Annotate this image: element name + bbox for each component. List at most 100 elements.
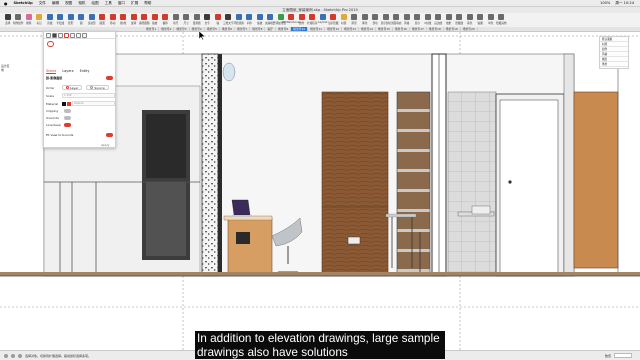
menu-help[interactable]: 帮助 [144,1,151,6]
toolbar-tool[interactable]: 移动 [108,13,118,26]
material-input[interactable]: Default [72,101,115,106]
scene-tab[interactable]: 场景号17 [410,27,427,31]
toolbar-tool[interactable]: 直线 [45,13,55,26]
scene-tab[interactable]: 场景号18 [427,27,444,31]
toolbar-tool[interactable]: 剖切 [371,13,381,26]
title-toggle[interactable] [106,76,113,80]
scene-tab[interactable]: 场景号20 [461,27,478,31]
material-swatch-dark[interactable] [62,101,66,106]
tab-layers[interactable]: Layers [62,69,73,74]
toolbar-tool[interactable]: 推/拉 [119,13,129,26]
toolbar-tool[interactable]: 旋转 [129,13,139,26]
scene-tab[interactable]: 场景号15 [376,27,393,31]
toolbar-tool[interactable]: 风格 [402,13,412,26]
toolbar-tool[interactable]: X射线 [423,13,433,26]
toolbar-tool[interactable]: 线框 [444,13,454,26]
toolbar-tool[interactable]: 雾化 [360,13,370,26]
settings-icon[interactable] [70,33,75,38]
toolbar-tool[interactable]: 多边形 [87,13,97,26]
toolbar-tool[interactable]: 文字 [203,13,213,26]
tab-entity[interactable]: Entity [80,69,90,74]
toolbar-tool[interactable]: 轴 [213,13,223,26]
toolbar-tool[interactable]: 标记 [35,13,45,26]
toolbar-tool[interactable]: 平移 [245,13,255,26]
scene-tab[interactable]: 场景号11 [308,27,326,31]
toolbar-tool[interactable]: 显示 [413,13,423,26]
menu-draw[interactable]: 绘图 [91,1,98,6]
toolbar-tool[interactable]: 尺寸 [182,13,192,26]
apple-menu-icon[interactable]: ● [4,1,8,6]
toolbar-tool[interactable]: 单色 [486,13,496,26]
toolbar-tool[interactable]: 材质 [339,13,349,26]
material-swatch-red[interactable] [67,101,71,106]
copy-icon[interactable] [58,33,63,38]
toolbar-tool[interactable]: 扩展程序 [307,13,317,26]
toolbar-tool[interactable]: 3D Warehouse [282,13,301,26]
scene-tab[interactable]: 场景号12 [325,27,343,31]
toolbar-tool[interactable]: LayOut [318,13,328,26]
toolbar-tool[interactable]: 三维文字 [223,13,233,26]
toolbar-tool[interactable]: 缩放 [255,13,265,26]
geolocation-icon[interactable] [4,353,8,358]
toolbar-tool[interactable]: 着色 [465,13,475,26]
scene-tab[interactable]: 场景号13 [342,27,359,31]
toolbar-tool[interactable]: 显示隐藏 [328,13,338,26]
toolbar-tool[interactable]: 后边线 [434,13,444,26]
toolbar-tool[interactable]: 量角器 [192,13,202,26]
scene-tab[interactable]: 场景号2 [159,27,175,31]
scene-tab[interactable]: 场景号10 [291,27,309,31]
menu-camera[interactable]: 相机 [78,1,85,6]
toolbar-tool[interactable]: 擦除 [24,13,34,26]
scene-tab[interactable]: 场景号5 [205,27,220,31]
pin-icon[interactable] [76,33,81,38]
menu-window[interactable]: 窗口 [118,1,125,6]
toolbar-tool[interactable]: 路径跟随 [139,13,149,26]
toolbar-tool[interactable]: 圆 [77,13,87,26]
toolbar-tool[interactable]: 充满视野 [265,13,275,26]
scene-tab[interactable]: 场景号6 [220,27,236,31]
toolbar-tool[interactable]: 矩形 [66,13,76,26]
toolbar-tool[interactable]: 隐藏线 [455,13,465,26]
scene-tab[interactable]: 场景号1 [144,27,160,31]
scale-input[interactable]: 1:100 [62,93,115,98]
camera-icon[interactable] [46,33,51,38]
toolbar-tool[interactable]: 手绘线 [56,13,66,26]
menu-app[interactable]: SketchUp [14,1,33,5]
toolbar-tool[interactable]: 剖面填充 [391,13,401,26]
scene-tab[interactable]: 场景号7 [235,27,251,31]
close-icon[interactable] [82,33,87,38]
toolbar-tool[interactable]: 阴影 [350,13,360,26]
scene-icon[interactable] [64,33,69,38]
user-icon[interactable] [18,353,22,358]
toolbar-tool[interactable]: 制作组件 [13,13,23,26]
scene-tab[interactable]: 场景号14 [359,27,376,31]
toolbar-tool[interactable]: 选择 [3,13,13,26]
scene-tab[interactable]: 客厅 [265,27,276,31]
scene-tab[interactable]: 场景号8 [250,27,266,31]
toolbar-tool[interactable]: 缩放 [150,13,160,26]
scene-tab[interactable]: 场景号3 [174,27,190,31]
menu-extensions[interactable]: 扩展 [131,1,138,6]
scene-tab[interactable]: 场景号16 [393,27,410,31]
tab-scene[interactable]: Scene [46,69,57,74]
menu-tools[interactable]: 工具 [105,1,112,6]
toolbar-tool[interactable]: 显示剖切 [381,13,391,26]
menu-edit[interactable]: 编辑 [52,1,59,6]
menu-file[interactable]: 文件 [39,1,46,6]
toolbar-tool[interactable]: 圆弧 [98,13,108,26]
toolbar-tool[interactable]: 隐藏其他 [496,13,506,26]
linestyle-toggle[interactable] [64,123,71,127]
override-toggle[interactable] [64,116,71,120]
credits-icon[interactable] [11,353,15,358]
toolbar-tool[interactable]: 卷尺 [171,13,181,26]
layer-icon[interactable] [52,33,57,38]
tray-item[interactable]: 场景 [600,62,628,67]
apply-button[interactable]: Apply [101,143,109,147]
fit-toggle[interactable] [106,133,113,137]
order-option-layer[interactable]: Layer [62,85,83,90]
measurements-input[interactable] [614,353,632,358]
menu-view[interactable]: 视图 [65,1,72,6]
scene-tab[interactable]: 场景号9 [276,27,292,31]
toolbar-tool[interactable]: 组件 [297,13,307,26]
order-option-source[interactable]: Source [86,85,109,90]
